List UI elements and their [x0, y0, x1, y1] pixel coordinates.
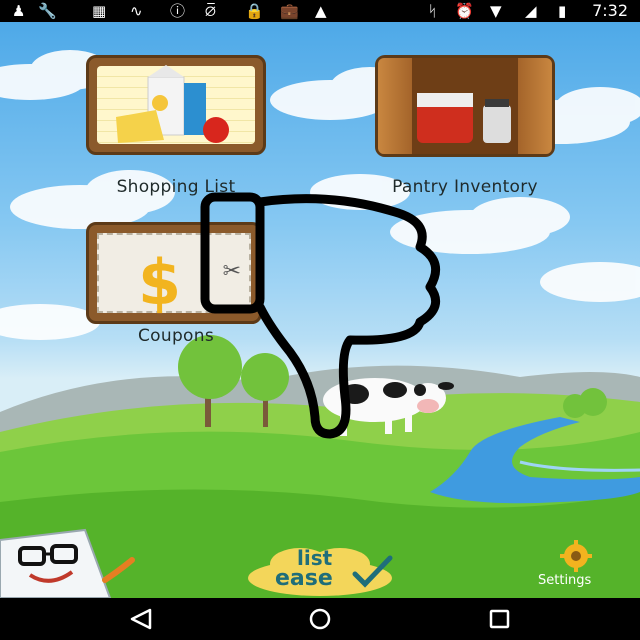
shopping-list-tile[interactable]: Shopping List — [86, 55, 266, 215]
wifi-icon: ▼ — [490, 2, 502, 20]
coupons-label: Coupons — [138, 326, 214, 346]
briefcase-icon: 💼 — [280, 2, 299, 20]
settings-button[interactable]: Settings — [534, 540, 620, 590]
person-icon: ♟ — [12, 2, 26, 20]
home-icon[interactable] — [306, 608, 334, 630]
status-bar: ♟ 🔧 ▦ ∿ ⓘ ⦱ 🔒 💼 ▲ ᛋ ⏰ ▼ ◢ ▮ 7:32 — [0, 0, 640, 22]
home-scene: Shopping List Pantry Inventory $ ✂ Coupo… — [0, 22, 640, 598]
back-icon[interactable] — [128, 608, 154, 630]
gear-icon — [560, 540, 592, 572]
listease-logo: list ease — [245, 544, 395, 598]
pantry-inventory-tile[interactable]: Pantry Inventory — [370, 55, 560, 215]
mascot-icon — [0, 528, 135, 598]
alert-icon: ⓘ — [170, 2, 186, 20]
groceries-icon — [116, 65, 229, 143]
logo-text-line2: ease — [275, 566, 333, 591]
jars-icon — [417, 93, 511, 143]
no-signal-icon: ⦱ — [205, 2, 216, 20]
pantry-inventory-image — [375, 55, 555, 157]
coupons-tile[interactable]: $ ✂ Coupons — [86, 222, 266, 352]
bluetooth-icon: ᛋ — [428, 2, 438, 20]
signal-sound-icon: ∿ — [130, 2, 143, 20]
shopping-list-image — [86, 55, 266, 155]
coupons-image: $ ✂ — [86, 222, 262, 324]
wrench-icon: 🔧 — [38, 2, 57, 20]
shopping-list-label: Shopping List — [116, 177, 236, 197]
cell-signal-icon: ◢ — [525, 2, 537, 20]
scissors-icon: ✂ — [222, 259, 241, 284]
status-time: 7:32 — [592, 1, 628, 20]
pantry-inventory-label: Pantry Inventory — [392, 177, 538, 197]
recents-icon[interactable] — [488, 608, 512, 630]
navigation-bar — [0, 598, 640, 640]
svg-text:$: $ — [138, 246, 181, 319]
alarm-icon: ⏰ — [455, 2, 474, 20]
screenshot-icon: ▦ — [92, 2, 107, 20]
mascot-illustration — [0, 520, 140, 598]
battery-icon: ▮ — [558, 2, 567, 20]
settings-label: Settings — [538, 573, 592, 588]
android-icon: ▲ — [315, 2, 327, 20]
lock-icon: 🔒 — [245, 2, 264, 20]
